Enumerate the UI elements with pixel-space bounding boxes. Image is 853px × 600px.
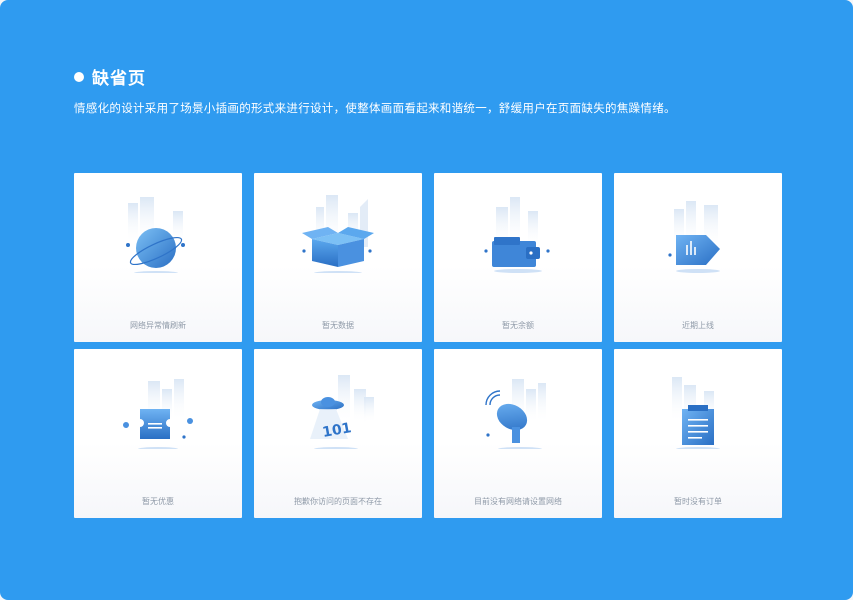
card-label: 近期上线 [682,321,714,330]
tag-chart-icon [668,201,720,273]
open-box-icon [302,195,374,273]
section-description: 情感化的设计采用了场景小插画的形式来进行设计，使整体画面看起来和谐统一，舒缓用户… [74,101,676,115]
empty-card-no-balance: 暂无余额 [434,173,602,342]
globe-icon [126,197,185,273]
card-label: 暂时没有订单 [674,497,722,506]
empty-card-no-data: 暂无数据 [254,173,422,342]
empty-card-no-orders: 暂时没有订单 [614,349,782,518]
empty-card-no-network: 目前没有网络请设置网络 [434,349,602,518]
card-label: 暂无优惠 [142,497,174,506]
empty-state-grid: 网络异常情刷新 暂无数据 暂无余额 近期上线 暂无优惠 101 抱歉你访问的页面… [74,173,782,518]
section-header: 缺省页 [74,64,146,89]
empty-card-network-error: 网络异常情刷新 [74,173,242,342]
clipboard-icon [672,377,720,449]
empty-states-panel: 缺省页 情感化的设计采用了场景小插画的形式来进行设计，使整体画面看起来和谐统一，… [0,0,853,600]
ufo-404-icon: 101 [310,375,374,449]
satellite-dish-icon [485,379,546,449]
coupon-ticket-icon [123,379,193,449]
card-label: 暂无数据 [322,321,354,330]
empty-card-page-not-found: 101 抱歉你访问的页面不存在 [254,349,422,518]
wallet-icon [484,197,550,273]
card-label: 抱歉你访问的页面不存在 [294,497,382,506]
empty-card-coming-soon: 近期上线 [614,173,782,342]
empty-card-no-coupon: 暂无优惠 [74,349,242,518]
section-title: 缺省页 [92,69,146,89]
card-label: 暂无余额 [502,321,534,330]
bullet-dot [74,71,84,82]
card-label: 目前没有网络请设置网络 [474,497,562,506]
card-label: 网络异常情刷新 [130,321,186,330]
